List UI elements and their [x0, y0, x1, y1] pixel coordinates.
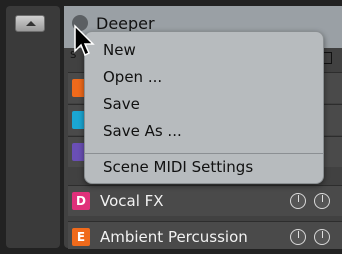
mouse-cursor-icon — [74, 24, 95, 57]
group-row-e[interactable]: E Ambient Percussion — [68, 221, 342, 249]
menu-item-scene-midi-settings[interactable]: Scene MIDI Settings — [103, 158, 253, 176]
volume-knob-icon[interactable] — [290, 229, 306, 245]
menu-item-save-as[interactable]: Save As ... — [103, 122, 182, 140]
scroll-up-button[interactable] — [15, 15, 45, 32]
power-knob-icon[interactable] — [314, 229, 330, 245]
group-label-vocal-fx: Vocal FX — [100, 192, 164, 210]
volume-knob-icon[interactable] — [290, 193, 306, 209]
menu-item-new[interactable]: New — [103, 41, 136, 59]
menu-item-save[interactable]: Save — [103, 95, 140, 113]
group-row-d[interactable]: D Vocal FX — [68, 185, 342, 216]
group-badge-d: D — [72, 192, 90, 210]
menu-item-open[interactable]: Open ... — [103, 68, 162, 86]
menu-separator — [85, 153, 323, 154]
context-menu: New Open ... Save Save As ... Scene MIDI… — [84, 31, 324, 184]
left-column — [6, 6, 60, 248]
power-knob-icon[interactable] — [314, 193, 330, 209]
group-label-ambient-percussion: Ambient Percussion — [100, 228, 248, 246]
group-badge-e: E — [72, 228, 90, 246]
app-window: Deeper S D Vocal FX E Ambient Percussion — [0, 0, 342, 254]
